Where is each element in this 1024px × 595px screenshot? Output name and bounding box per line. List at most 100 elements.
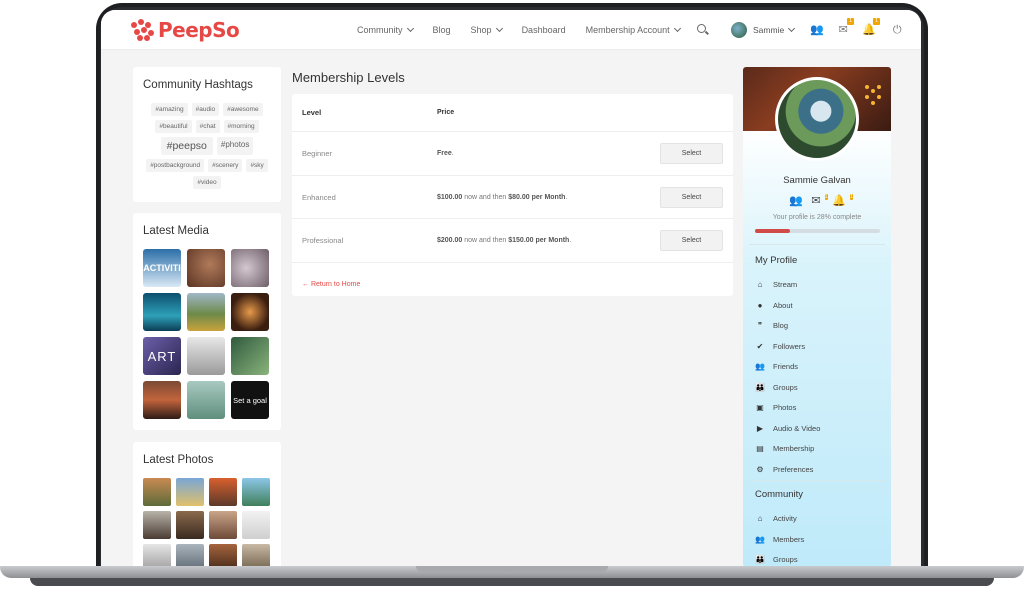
select-button[interactable]: Select bbox=[660, 230, 723, 251]
photo-thumb[interactable] bbox=[209, 478, 237, 506]
menu-item-stream[interactable]: ⌂ Stream bbox=[755, 278, 798, 290]
select-button[interactable]: Select bbox=[660, 186, 723, 208]
photo-thumb[interactable] bbox=[143, 544, 171, 566]
nav-blog[interactable]: Blog bbox=[433, 25, 451, 35]
my-profile-title: My Profile bbox=[755, 255, 798, 266]
hashtag[interactable]: #postbackground bbox=[146, 159, 205, 172]
menu-item-activity[interactable]: ⌂ Activity bbox=[755, 512, 797, 524]
photo-thumb[interactable] bbox=[143, 511, 171, 539]
hashtag[interactable]: #video bbox=[193, 176, 221, 189]
messages-badge: 1 bbox=[847, 18, 855, 25]
menu-item-friends[interactable]: 👥 Friends bbox=[755, 360, 798, 372]
photo-thumb[interactable] bbox=[209, 544, 237, 566]
header-actions: Sammie 👥 ✉ 1 🔔 1 ⏻ bbox=[697, 10, 904, 50]
menu-item-members[interactable]: 👥 Members bbox=[755, 533, 804, 545]
return-to-home-link[interactable]: ← Return to Home bbox=[302, 281, 360, 288]
menu-item-followers[interactable]: ✔ Followers bbox=[755, 340, 805, 352]
media-thumb[interactable] bbox=[187, 337, 225, 375]
menu-item-about[interactable]: ● About bbox=[755, 299, 793, 311]
media-thumb[interactable] bbox=[143, 381, 181, 419]
level-price: Free. bbox=[437, 150, 454, 157]
hashtag[interactable]: #awesome bbox=[223, 103, 263, 116]
photo-thumb[interactable] bbox=[242, 478, 270, 506]
notifications-badge: 1 bbox=[849, 194, 853, 200]
level-price: $200.00 now and then $150.00 per Month. bbox=[437, 237, 571, 244]
hashtag[interactable]: #amazing bbox=[151, 103, 188, 116]
photo-thumb[interactable] bbox=[176, 544, 204, 566]
notifications-icon[interactable]: 🔔 1 bbox=[862, 18, 881, 36]
nav-membership-account-label: Membership Account bbox=[585, 25, 670, 35]
profile-avatar[interactable] bbox=[775, 77, 859, 161]
logo-text: PeepSo bbox=[158, 18, 240, 42]
media-thumb[interactable] bbox=[231, 337, 269, 375]
nav-shop[interactable]: Shop bbox=[470, 24, 503, 35]
hashtag[interactable]: #morning bbox=[223, 120, 259, 133]
menu-item-audio-video[interactable]: ▶ Audio & Video bbox=[755, 422, 820, 434]
media-thumb[interactable] bbox=[187, 293, 225, 331]
profile-name[interactable]: Sammie Galvan bbox=[743, 175, 891, 186]
select-button[interactable]: Select bbox=[660, 143, 723, 164]
nav-community-label: Community bbox=[357, 25, 403, 35]
menu-item-groups[interactable]: 👪 Groups bbox=[755, 381, 798, 393]
photo-thumb[interactable] bbox=[242, 511, 270, 539]
laptop-notch bbox=[416, 566, 608, 572]
avatar[interactable] bbox=[731, 22, 747, 38]
menu-item-membership[interactable]: ▤ Membership bbox=[755, 442, 814, 454]
hashtag[interactable]: #photos bbox=[216, 137, 254, 155]
notifications-icon[interactable]: 🔔 1 bbox=[832, 194, 853, 207]
menu-item-label: About bbox=[773, 300, 793, 310]
menu-item-preferences[interactable]: ⚙ Preferences bbox=[755, 463, 813, 475]
hashtag[interactable]: #scenery bbox=[208, 159, 243, 172]
media-thumb[interactable]: ACTIVITI bbox=[143, 249, 181, 287]
table-row: Enhanced $100.00 now and then $80.00 per… bbox=[292, 176, 733, 219]
media-thumb[interactable] bbox=[143, 293, 181, 331]
logout-icon[interactable]: ⏻ bbox=[890, 24, 904, 36]
nav-dashboard[interactable]: Dashboard bbox=[522, 25, 566, 35]
media-thumb[interactable]: Set a goal bbox=[231, 381, 269, 419]
search-icon[interactable] bbox=[697, 24, 709, 36]
media-thumb[interactable] bbox=[231, 293, 269, 331]
hashtag[interactable]: #peepso bbox=[160, 137, 213, 155]
media-thumb[interactable]: ART bbox=[143, 337, 181, 375]
photo-thumb[interactable] bbox=[143, 478, 171, 506]
profile-progress-bar bbox=[755, 229, 880, 233]
hashtag[interactable]: #chat bbox=[195, 120, 220, 133]
messages-icon[interactable]: ✉ 1 bbox=[811, 194, 828, 207]
price-connector: . bbox=[451, 150, 454, 157]
table-header-row: Level Price bbox=[292, 94, 733, 132]
menu-item-photos[interactable]: ▣ Photos bbox=[755, 401, 796, 413]
latest-photos-widget: Latest Photos bbox=[133, 442, 281, 566]
media-thumb[interactable] bbox=[187, 381, 225, 419]
messages-icon[interactable]: ✉ 1 bbox=[836, 18, 855, 36]
page-title: Membership Levels bbox=[292, 70, 405, 85]
hashtag[interactable]: #audio bbox=[191, 103, 220, 116]
top-navbar: PeepSo Community Blog Shop Dashboard Mem… bbox=[101, 10, 921, 50]
chevron-down-icon[interactable] bbox=[788, 24, 796, 33]
photo-thumb[interactable] bbox=[242, 544, 270, 566]
menu-item-community-groups[interactable]: 👪 Groups bbox=[755, 553, 798, 565]
photo-thumb[interactable] bbox=[176, 478, 204, 506]
nav-membership-account[interactable]: Membership Account bbox=[585, 24, 681, 35]
media-thumb[interactable] bbox=[231, 249, 269, 287]
profile-quick-icons: 👥 ✉ 1 🔔 1 bbox=[789, 194, 853, 207]
gear-icon: ⚙ bbox=[756, 464, 764, 474]
nav-community[interactable]: Community bbox=[357, 24, 414, 35]
user-menu-name[interactable]: Sammie bbox=[753, 25, 784, 35]
hashtag[interactable]: #beautiful bbox=[155, 120, 192, 133]
menu-item-label: Followers bbox=[773, 341, 806, 351]
photo-thumb[interactable] bbox=[209, 511, 237, 539]
hashtag[interactable]: #sky bbox=[246, 159, 268, 172]
profile-completeness-text: Your profile is 28% complete bbox=[772, 214, 862, 221]
nav-shop-label: Shop bbox=[470, 25, 492, 35]
profile-progress-fill bbox=[755, 229, 790, 233]
price-recurring: $150.00 per Month bbox=[508, 237, 570, 244]
media-thumb-text: ACTIVITI bbox=[143, 263, 181, 273]
logo-mark-icon bbox=[131, 19, 155, 41]
friends-icon[interactable]: 👥 bbox=[810, 24, 824, 36]
photo-thumb[interactable] bbox=[176, 511, 204, 539]
friends-icon[interactable]: 👥 bbox=[789, 194, 803, 207]
menu-item-blog[interactable]: ❞ Blog bbox=[755, 319, 788, 331]
media-thumb[interactable] bbox=[187, 249, 225, 287]
main-nav: Community Blog Shop Dashboard Membership… bbox=[357, 10, 700, 50]
peepso-logo[interactable]: PeepSo bbox=[131, 18, 240, 42]
